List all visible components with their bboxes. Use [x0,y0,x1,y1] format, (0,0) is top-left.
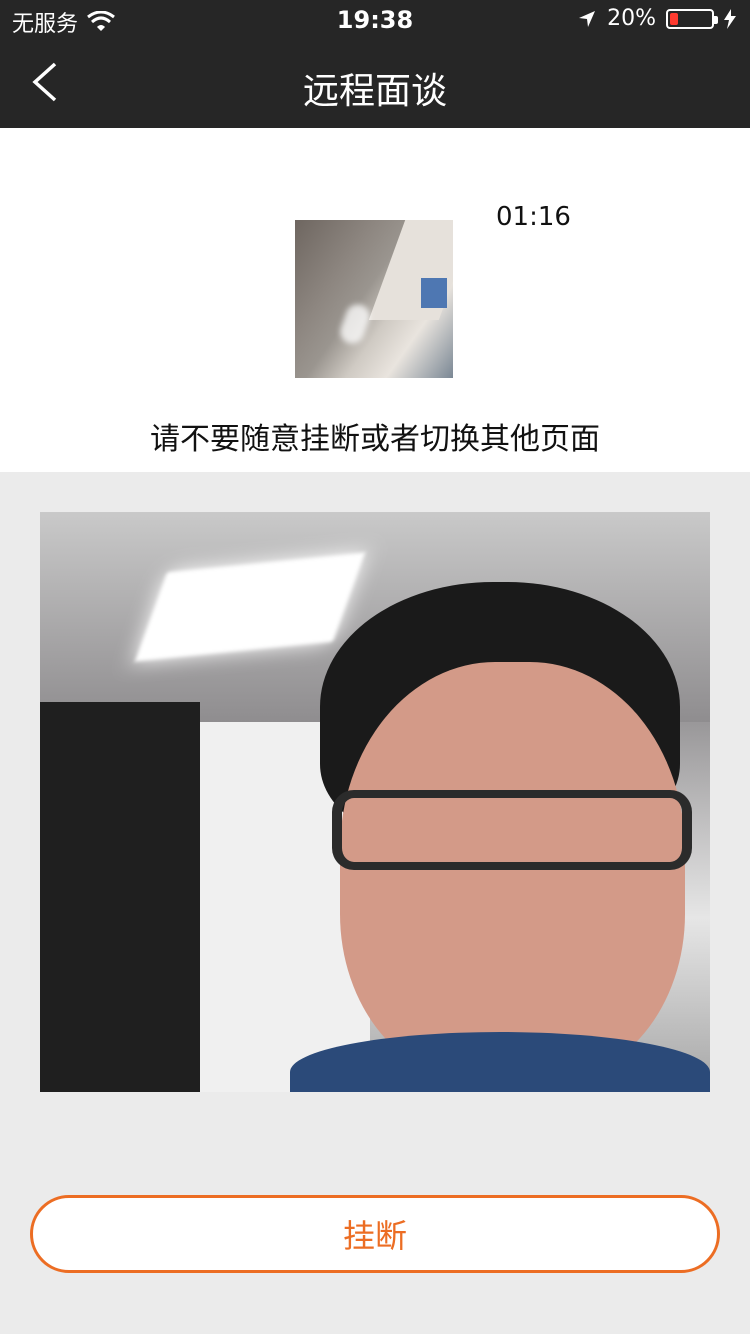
remote-person-face [340,662,685,1082]
battery-percent: 20% [607,6,656,31]
status-bar: 无服务 19:38 20% [0,0,750,40]
battery-icon [666,8,718,29]
call-timer: 01:16 [496,202,571,232]
preview-glare [336,301,374,347]
remote-person-glasses [332,790,692,870]
top-bar: 无服务 19:38 20% 远程面谈 [0,0,750,128]
hangup-button[interactable]: 挂断 [30,1195,720,1273]
remote-video-view [40,512,710,1092]
status-right: 20% [577,6,736,31]
call-notice: 请不要随意挂断或者切换其他页面 [150,422,600,457]
local-video-preview [295,220,453,378]
remote-door [40,702,200,1092]
remote-interview-screen: 无服务 19:38 20% 远程面谈 01:16 请不要随意挂断或者切换其他页面… [0,0,750,1334]
location-arrow-icon [577,9,597,29]
navigation-bar: 远程面谈 [0,40,750,128]
page-title: 远程面谈 [302,71,447,112]
charging-bolt-icon [724,8,736,29]
preview-screen [421,278,447,308]
battery-fill [670,12,678,25]
call-info-card: 01:16 请不要随意挂断或者切换其他页面 [0,128,750,472]
